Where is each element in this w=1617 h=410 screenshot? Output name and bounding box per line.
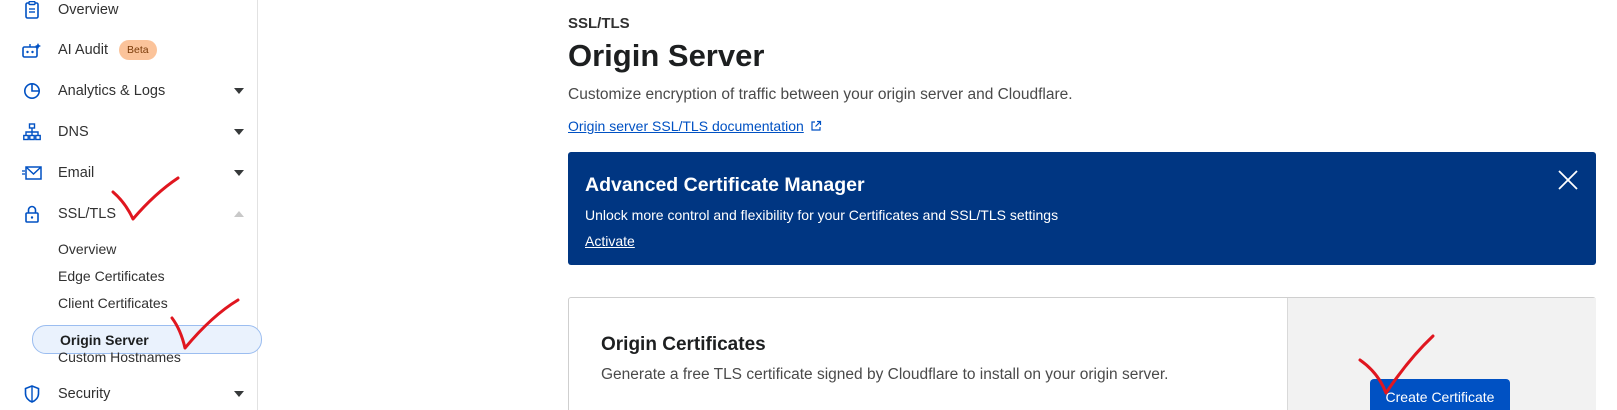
sidebar-item-analytics-logs[interactable]: Analytics & Logs (0, 71, 258, 111)
sidebar-item-label: Email (58, 165, 95, 181)
sidebar-item-overview[interactable]: Overview (0, 0, 258, 30)
card-description: Generate a free TLS certificate signed b… (601, 366, 1169, 383)
envelope-icon (22, 163, 42, 183)
shield-icon (22, 384, 42, 404)
card-action-panel: Create Certificate (1287, 298, 1596, 410)
create-certificate-button[interactable]: Create Certificate (1370, 379, 1510, 410)
close-icon[interactable] (1556, 168, 1580, 192)
network-icon (22, 122, 42, 142)
lock-icon (22, 204, 42, 224)
chevron-down-icon[interactable] (234, 129, 244, 135)
card-title: Origin Certificates (601, 334, 766, 355)
sidebar-item-ssl-tls[interactable]: SSL/TLS (0, 194, 258, 234)
ai-robot-icon (22, 40, 42, 60)
external-link-icon (811, 120, 821, 131)
sidebar-item-label: Analytics & Logs (58, 83, 166, 99)
breadcrumb: SSL/TLS (568, 15, 630, 32)
pie-chart-icon (22, 81, 42, 101)
documentation-link-label: Origin server SSL/TLS documentation (568, 118, 804, 134)
sidebar-subitem-overview[interactable]: Overview (58, 241, 116, 257)
chevron-up-icon[interactable] (234, 211, 244, 217)
sidebar-item-label: Overview (58, 2, 119, 18)
clipboard-icon (22, 0, 42, 20)
sidebar-subitem-client-certificates[interactable]: Client Certificates (58, 295, 168, 311)
sidebar-item-label: SSL/TLS (58, 206, 117, 222)
sidebar-item-security[interactable]: Security (0, 374, 258, 410)
advanced-certificate-manager-banner: Advanced Certificate Manager Unlock more… (568, 152, 1596, 265)
beta-badge: Beta (119, 40, 157, 60)
sidebar-item-label: Security (58, 386, 111, 402)
sidebar-item-dns[interactable]: DNS (0, 112, 258, 152)
page-description: Customize encryption of traffic between … (568, 86, 1073, 103)
chevron-down-icon[interactable] (234, 391, 244, 397)
sidebar-item-ai-audit[interactable]: AI Audit Beta (0, 30, 258, 70)
origin-certificates-card: Origin Certificates Generate a free TLS … (568, 297, 1596, 410)
documentation-link[interactable]: Origin server SSL/TLS documentation (568, 118, 822, 134)
sidebar: Overview AI Audit Beta Analytics & Logs … (0, 0, 262, 410)
sidebar-subitem-edge-certificates[interactable]: Edge Certificates (58, 268, 165, 284)
sidebar-item-label: DNS (58, 124, 89, 140)
sidebar-item-email[interactable]: Email (0, 153, 258, 193)
sidebar-subitem-label: Origin Server (60, 332, 149, 348)
chevron-down-icon[interactable] (234, 88, 244, 94)
sidebar-item-label: AI Audit (58, 42, 108, 58)
activate-link[interactable]: Activate (585, 233, 635, 249)
page-title: Origin Server (568, 38, 765, 73)
chevron-down-icon[interactable] (234, 170, 244, 176)
banner-text: Unlock more control and flexibility for … (585, 207, 1059, 223)
sidebar-subitem-custom-hostnames[interactable]: Custom Hostnames (58, 349, 181, 365)
banner-title: Advanced Certificate Manager (585, 174, 865, 196)
